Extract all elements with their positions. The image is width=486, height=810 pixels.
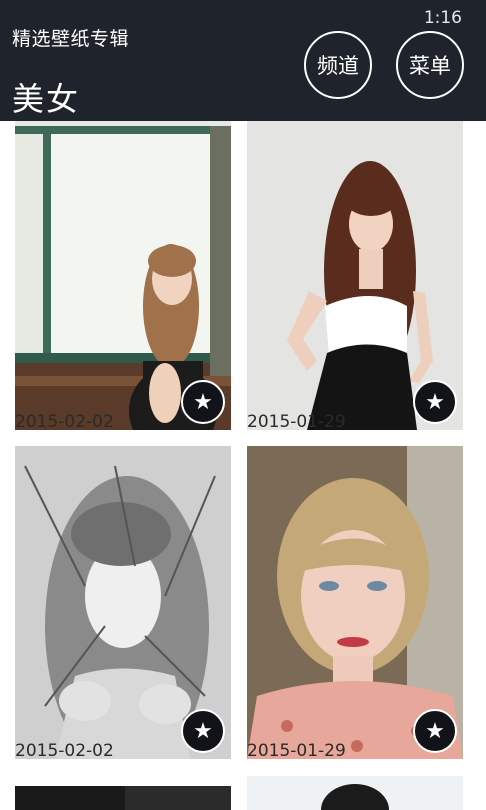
favorite-button[interactable]: ★ — [413, 380, 457, 424]
favorite-button[interactable]: ★ — [181, 709, 225, 753]
wallpaper-date: 2015-01-29 — [247, 412, 346, 430]
channel-button[interactable]: 频道 — [304, 31, 372, 99]
star-icon: ★ — [193, 718, 213, 744]
page-title: 美女 — [12, 80, 81, 118]
wallpaper-photo — [15, 786, 231, 810]
wallpaper-tile[interactable]: 2015-02-02 ★ — [15, 446, 231, 759]
app-header: 1:16 精选壁纸专辑 美女 频道 菜单 — [0, 0, 486, 121]
wallpaper-date: 2015-01-29 — [247, 741, 346, 759]
app-title: 精选壁纸专辑 — [12, 28, 130, 50]
wallpaper-tile[interactable] — [15, 786, 231, 810]
wallpaper-photo — [247, 776, 463, 810]
wallpaper-tile[interactable] — [247, 776, 463, 810]
wallpaper-tile[interactable]: 2015-01-29 ★ — [247, 121, 463, 430]
favorite-button[interactable]: ★ — [413, 709, 457, 753]
wallpaper-date: 2015-02-02 — [15, 741, 114, 759]
wallpaper-tile[interactable]: 2015-01-29 ★ — [247, 446, 463, 759]
favorite-button[interactable]: ★ — [181, 380, 225, 424]
star-icon: ★ — [425, 718, 445, 744]
status-time: 1:16 — [423, 8, 462, 28]
star-icon: ★ — [193, 389, 213, 415]
wallpaper-tile[interactable]: 2015-02-02 ★ — [15, 121, 231, 430]
wallpaper-date: 2015-02-02 — [15, 412, 114, 430]
star-icon: ★ — [425, 389, 445, 415]
menu-button[interactable]: 菜单 — [396, 31, 464, 99]
